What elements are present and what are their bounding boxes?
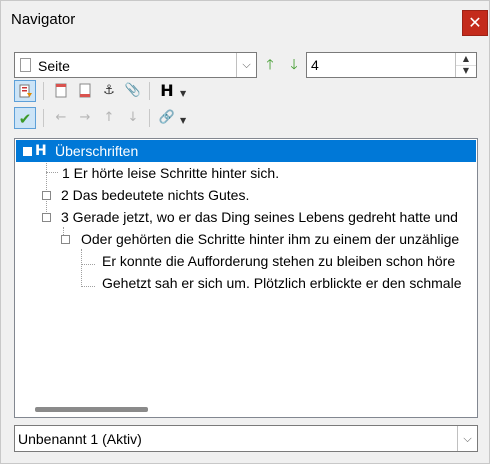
tree-connector	[46, 172, 58, 173]
footer-icon	[79, 83, 91, 98]
footer-button[interactable]	[74, 80, 96, 102]
document-value: Unbenannt 1 (Aktiv)	[18, 431, 142, 447]
page-number-spinbox[interactable]: 4 ▲ ▼	[306, 52, 477, 78]
navigator-window: Navigator ✕ Seite ⌵ 🡑 🡓 4 ▲ ▼ ⚓ 📎 H ▼ ✔ …	[0, 0, 490, 464]
navigate-by-value: Seite	[38, 58, 70, 74]
tree-item-label: 2 Das bedeutete nichts Gutes.	[61, 187, 250, 203]
tree-item-label: Er konnte die Aufforderung stehen zu ble…	[102, 253, 456, 269]
scrollbar-thumb[interactable]	[35, 407, 148, 412]
tree-item-label: Gehetzt sah er sich um. Plötzlich erblic…	[102, 275, 462, 291]
anchor-button[interactable]: ⚓	[98, 80, 120, 102]
tree-item-label: 1 Er hörte leise Schritte hinter sich.	[62, 165, 280, 181]
tree-root-label: Überschriften	[55, 143, 139, 159]
link-icon[interactable]: 🔗	[156, 107, 178, 129]
header-icon	[55, 83, 67, 98]
show-check-button[interactable]: ✔	[14, 107, 36, 129]
window-title: Navigator	[11, 11, 76, 28]
move-down-icon[interactable]: ↓	[122, 107, 144, 129]
tree-connector	[81, 249, 82, 285]
spin-down-icon[interactable]: ▼	[456, 65, 476, 77]
heading-icon: H	[35, 143, 47, 159]
expand-icon[interactable]	[42, 191, 51, 200]
move-up-icon[interactable]: ↑	[98, 107, 120, 129]
toolbar-separator	[43, 109, 44, 127]
toolbar-separator	[43, 82, 44, 100]
collapse-icon[interactable]	[23, 147, 32, 156]
content-view-icon	[19, 84, 32, 98]
close-button[interactable]: ✕	[462, 10, 488, 36]
spin-buttons: ▲ ▼	[455, 53, 476, 77]
page-icon	[20, 58, 31, 72]
chevron-down-icon[interactable]: ▼	[180, 116, 186, 125]
chevron-down-icon[interactable]: ⌵	[236, 53, 256, 77]
tree-item[interactable]: 1 Er hörte leise Schritte hinter sich.	[62, 162, 279, 184]
header-button[interactable]	[50, 80, 72, 102]
collapse-icon[interactable]	[42, 213, 51, 222]
toggle-content-button[interactable]	[14, 80, 36, 102]
page-number-value[interactable]: 4	[311, 57, 319, 73]
toolbar-separator	[149, 109, 150, 127]
toolbar-separator	[149, 82, 150, 100]
previous-page-icon[interactable]: 🡑	[263, 57, 277, 73]
chevron-down-icon[interactable]: ▼	[180, 89, 186, 98]
tree-item-label: Oder gehörten die Schritte hinter ihm zu…	[81, 231, 460, 247]
tree-item[interactable]: Gehetzt sah er sich um. Plötzlich erblic…	[102, 272, 462, 294]
content-tree[interactable]: H Überschriften 1 Er hörte leise Schritt…	[14, 138, 478, 418]
horizontal-scrollbar[interactable]	[15, 401, 477, 417]
next-page-icon[interactable]: 🡓	[287, 57, 301, 73]
document-combo[interactable]: Unbenannt 1 (Aktiv) ⌵	[14, 425, 478, 452]
title-bar[interactable]: Navigator ✕	[1, 1, 489, 37]
heading-level-icon[interactable]: H	[156, 80, 178, 102]
tree-connector	[81, 286, 95, 287]
navigate-by-combo[interactable]: Seite ⌵	[14, 52, 257, 78]
paperclip-icon[interactable]: 📎	[122, 80, 144, 102]
collapse-icon[interactable]	[61, 235, 70, 244]
tree-item-label: 3 Gerade jetzt, wo er das Ding seines Le…	[61, 209, 458, 225]
tree-connector	[81, 264, 95, 265]
tree-item[interactable]: Er konnte die Aufforderung stehen zu ble…	[102, 250, 455, 272]
tree-root-ueberschriften[interactable]: H Überschriften	[16, 140, 476, 162]
chevron-down-icon[interactable]: ⌵	[457, 426, 477, 451]
tree-connector	[46, 161, 47, 216]
promote-level-icon[interactable]: ←	[50, 107, 72, 129]
navigator-panel: Seite ⌵ 🡑 🡓 4 ▲ ▼ ⚓ 📎 H ▼ ✔ ← → ↑ ↓ 🔗 ▼ …	[1, 38, 489, 463]
demote-level-icon[interactable]: →	[74, 107, 96, 129]
